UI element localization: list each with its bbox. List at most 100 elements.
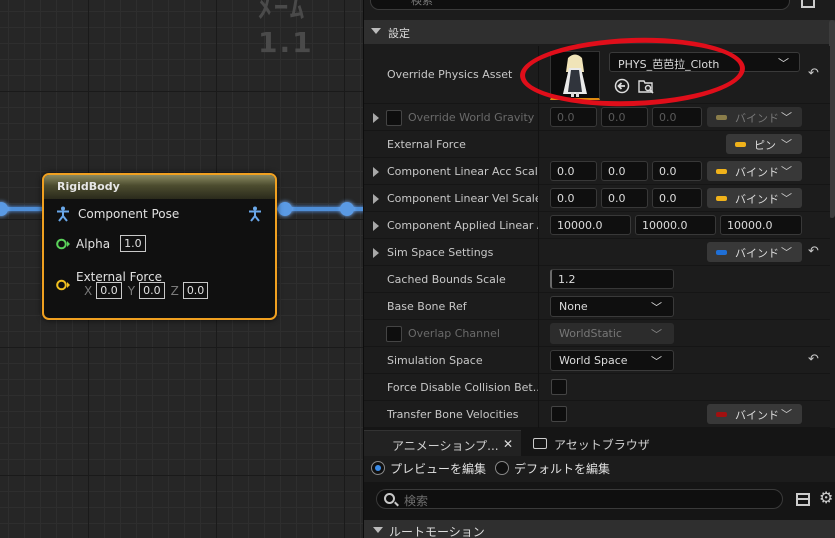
- gravity-y-field[interactable]: 0.0: [601, 107, 648, 127]
- preview-search-input[interactable]: 検索: [376, 489, 783, 509]
- chevron-down-icon: ﹀: [781, 138, 792, 151]
- gravity-z-field[interactable]: 0.0: [652, 107, 702, 127]
- edit-default-radio[interactable]: [495, 461, 509, 475]
- asset-thumbnail[interactable]: [550, 51, 600, 100]
- character-thumbnail-icon: [563, 54, 587, 97]
- edit-mode-radio-group: プレビューを編集 デフォルトを編集: [364, 456, 835, 482]
- base-bone-ref-dropdown[interactable]: None ﹀: [550, 296, 674, 317]
- simulation-space-dropdown[interactable]: World Space ﹀: [550, 350, 674, 371]
- search-placeholder: 検索: [404, 494, 429, 508]
- acc-scale-y-field[interactable]: 0.0: [601, 161, 648, 181]
- gravity-x-field[interactable]: 0.0: [550, 107, 597, 127]
- use-selected-asset-icon[interactable]: [614, 78, 630, 94]
- edit-preview-radio[interactable]: [371, 461, 385, 475]
- overlap-channel-checkbox[interactable]: [386, 326, 402, 342]
- close-tab-icon[interactable]: ✕: [503, 437, 513, 451]
- override-physics-asset-row: Override Physics Asset PHYS_芭芭拉_Cloth ﹀ …: [364, 46, 830, 104]
- alpha-pin-icon[interactable]: [56, 238, 70, 250]
- applied-linear-x-field[interactable]: 10000.0: [550, 215, 631, 235]
- external-force-xyz: X 0.0 Y 0.0 Z 0.0: [84, 282, 209, 299]
- rigidbody-node[interactable]: RigidBody Component Pose Alpha 1.0 Exter…: [42, 173, 277, 320]
- transfer-bone-bind-button[interactable]: バインド ﹀: [707, 404, 802, 424]
- wire-reroute-dot[interactable]: [0, 202, 8, 216]
- chevron-down-icon: ﹀: [781, 111, 792, 124]
- applied-linear-y-field[interactable]: 10000.0: [635, 215, 716, 235]
- component-pose-pin-row: Component Pose: [56, 206, 179, 222]
- gravity-bind-button[interactable]: バインド ﹀: [707, 107, 802, 127]
- y-value[interactable]: 0.0: [139, 282, 165, 299]
- transfer-bone-velocities-row: Transfer Bone Velocities バインド ﹀: [364, 401, 830, 428]
- expand-arrow-icon[interactable]: [373, 221, 379, 231]
- chevron-down-icon: ﹀: [651, 301, 662, 314]
- wire-reroute-dot[interactable]: [340, 202, 354, 216]
- z-axis-label: Z: [170, 283, 179, 298]
- vel-scale-z-field[interactable]: 0.0: [652, 188, 702, 208]
- chevron-down-icon: ﹀: [781, 165, 792, 178]
- edit-preview-label: プレビューを編集: [390, 462, 487, 476]
- tab-animation-preview-label: アニメーションプ...: [392, 439, 499, 453]
- anim-graph-canvas[interactable]: ﾒｰﾑ 1.1 RigidBody Component Pose Alpha 1…: [0, 0, 363, 538]
- bind-label: バインド: [735, 409, 779, 422]
- force-disable-collision-checkbox[interactable]: [551, 379, 567, 395]
- transfer-bone-velocities-checkbox[interactable]: [551, 406, 567, 422]
- z-value[interactable]: 0.0: [182, 282, 209, 299]
- physics-asset-name: PHYS_芭芭拉_Cloth: [618, 58, 720, 71]
- sim-space-bind-button[interactable]: バインド ﹀: [707, 242, 802, 262]
- pin-type-swatch: [716, 250, 727, 255]
- component-pose-label: Component Pose: [78, 207, 180, 221]
- vel-scale-y-field[interactable]: 0.0: [601, 188, 648, 208]
- reset-to-default-icon[interactable]: ↶: [808, 352, 819, 367]
- override-world-gravity-checkbox[interactable]: [386, 110, 402, 126]
- tab-asset-browser-label: アセットブラウザ: [554, 438, 650, 452]
- pose-input-icon[interactable]: [56, 206, 70, 222]
- bind-label: バインド: [735, 247, 779, 260]
- x-axis-label: X: [84, 283, 93, 298]
- pin-type-swatch: [716, 169, 727, 174]
- vel-scale-x-field[interactable]: 0.0: [550, 188, 597, 208]
- reset-to-default-icon[interactable]: ↶: [808, 66, 819, 81]
- table-view-icon[interactable]: [796, 493, 810, 506]
- settings-section-title: 設定: [388, 27, 410, 40]
- acc-scale-bind-button[interactable]: バインド ﹀: [707, 161, 802, 181]
- acc-scale-x-field[interactable]: 0.0: [550, 161, 597, 181]
- x-value[interactable]: 0.0: [96, 282, 122, 299]
- cached-bounds-scale-label: Cached Bounds Scale: [387, 273, 506, 286]
- asset-browser-icon: [533, 438, 547, 449]
- external-force-pin-icon[interactable]: [56, 279, 70, 291]
- settings-section-header[interactable]: 設定: [364, 20, 835, 44]
- chevron-down-icon: ﹀: [778, 57, 789, 70]
- external-force-pin-button[interactable]: ピン ﹀: [726, 134, 802, 154]
- component-linear-vel-scale-label: Component Linear Vel Scale: [387, 192, 539, 205]
- simulation-space-value: World Space: [559, 354, 628, 367]
- browse-asset-icon[interactable]: [638, 78, 654, 94]
- details-search-input[interactable]: 検索: [370, 0, 790, 10]
- collapse-arrow-icon: [371, 28, 381, 34]
- expand-arrow-icon[interactable]: [373, 167, 379, 177]
- cached-bounds-scale-field[interactable]: 1.2: [550, 269, 674, 289]
- alpha-value[interactable]: 1.0: [120, 235, 146, 252]
- simulation-space-row: Simulation Space World Space ﹀ ↶: [364, 347, 830, 374]
- graph-watermark: ﾒｰﾑ 1.1: [258, 0, 314, 59]
- reset-to-default-icon[interactable]: ↶: [808, 244, 819, 259]
- base-bone-ref-label: Base Bone Ref: [387, 300, 467, 313]
- vel-scale-bind-button[interactable]: バインド ﹀: [707, 188, 802, 208]
- expand-arrow-icon[interactable]: [373, 113, 379, 123]
- overlap-channel-dropdown[interactable]: WorldStatic ﹀: [550, 323, 674, 344]
- gear-icon[interactable]: ⚙: [819, 488, 833, 507]
- tab-animation-preview[interactable]: アニメーションプ... ✕: [364, 430, 521, 456]
- y-axis-label: Y: [127, 283, 136, 298]
- physics-asset-dropdown[interactable]: PHYS_芭芭拉_Cloth ﹀: [609, 52, 800, 72]
- expand-arrow-icon[interactable]: [373, 194, 379, 204]
- force-disable-collision-row: Force Disable Collision Bet...: [364, 374, 830, 401]
- sim-space-settings-label: Sim Space Settings: [387, 246, 494, 259]
- wire-reroute-dot[interactable]: [278, 202, 292, 216]
- root-motion-section-header[interactable]: ルートモーション: [364, 520, 835, 538]
- acc-scale-z-field[interactable]: 0.0: [652, 161, 702, 181]
- expand-arrow-icon[interactable]: [373, 248, 379, 258]
- tab-asset-browser[interactable]: アセットブラウザ: [530, 430, 650, 456]
- pose-output-icon[interactable]: [248, 206, 262, 222]
- override-world-gravity-row: Override World Gravity 0.0 0.0 0.0 バインド …: [364, 104, 830, 131]
- applied-linear-z-field[interactable]: 10000.0: [720, 215, 802, 235]
- external-force-row: External Force ピン ﹀: [364, 131, 830, 158]
- table-view-icon[interactable]: [801, 0, 815, 8]
